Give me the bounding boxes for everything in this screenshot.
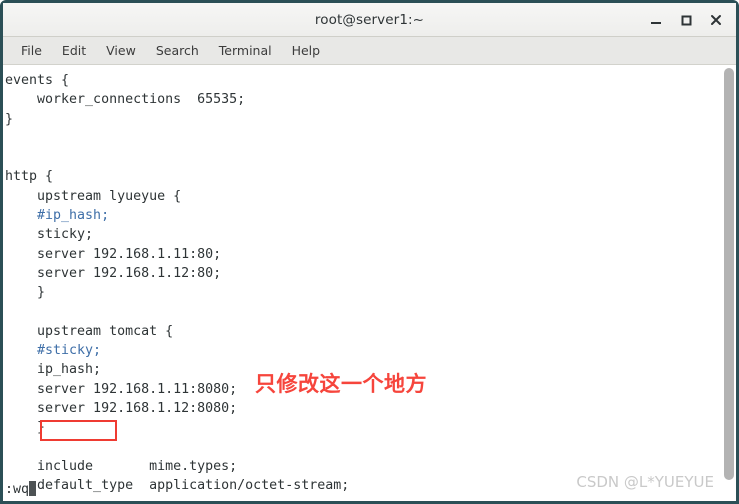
text-cursor — [29, 480, 37, 496]
close-button[interactable] — [702, 7, 730, 33]
menu-item-view[interactable]: View — [96, 40, 146, 61]
menu-item-edit[interactable]: Edit — [52, 40, 96, 61]
terminal-line: worker_connections 65535; — [5, 92, 246, 108]
terminal-line: server 192.168.1.12:80; — [5, 265, 222, 281]
annotation-note: 只修改这一个地方 — [255, 372, 427, 396]
terminal-line: http { — [5, 169, 54, 185]
window-controls — [642, 3, 730, 36]
terminal-line: } — [5, 111, 14, 127]
terminal-line: server 192.168.1.12:8080; — [5, 401, 238, 417]
window-title: root@server1:~ — [314, 11, 425, 28]
terminal-line: #sticky; — [5, 343, 102, 359]
vim-command-line: :wq — [5, 480, 37, 499]
minimize-icon — [651, 21, 661, 24]
menu-bar: File Edit View Search Terminal Help — [3, 37, 736, 65]
menu-item-help[interactable]: Help — [282, 40, 331, 61]
scrollbar-thumb[interactable] — [724, 68, 734, 480]
terminal-line: events { — [5, 73, 70, 88]
watermark: CSDN @L*YUEYUE — [576, 473, 714, 491]
menu-item-terminal[interactable]: Terminal — [209, 40, 282, 61]
scrollbar-track[interactable] — [722, 65, 736, 501]
annotation-highlight-box — [40, 420, 117, 441]
terminal-line: #ip_hash; — [5, 208, 110, 224]
maximize-button[interactable] — [672, 7, 700, 33]
title-bar[interactable]: root@server1:~ — [3, 3, 736, 37]
terminal-line: server 192.168.1.11:80; — [5, 246, 222, 262]
terminal-line: upstream lyueyue { — [5, 188, 182, 204]
terminal-line: } — [5, 285, 46, 301]
terminal-window: root@server1:~ File Edit View Search Ter… — [0, 0, 739, 504]
terminal-content-area[interactable]: events { worker_connections 65535;} http… — [3, 65, 736, 501]
vim-command-text: :wq — [5, 481, 30, 497]
menu-item-search[interactable]: Search — [146, 40, 209, 61]
menu-item-file[interactable]: File — [11, 40, 52, 61]
close-icon — [711, 14, 721, 25]
maximize-icon — [681, 15, 692, 25]
terminal-line: upstream tomcat { — [5, 323, 174, 339]
terminal-line: sticky; — [5, 227, 94, 243]
minimize-button[interactable] — [642, 7, 670, 33]
